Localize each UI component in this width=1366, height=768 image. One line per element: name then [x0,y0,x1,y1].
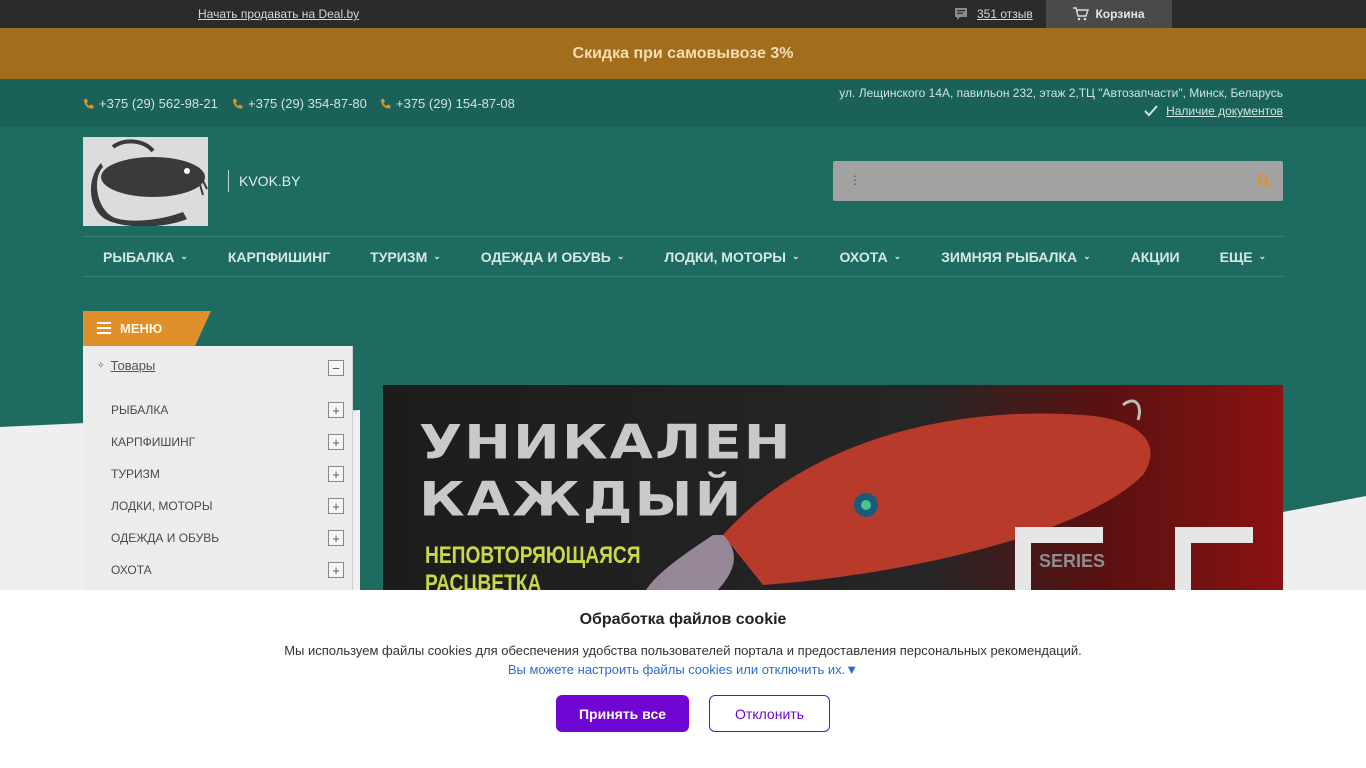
cookie-text: Мы используем файлы cookies для обеспече… [284,643,1082,658]
cookie-title: Обработка файлов cookie [579,611,787,628]
reviews-link[interactable]: 351 отзыв [953,6,1033,22]
catfish-logo-icon [83,137,208,226]
chevron-down-icon: ⌄ [1258,251,1267,261]
nav-item-label: ОДЕЖДА И ОБУВЬ [480,248,611,265]
documents-link[interactable]: Наличие документов [1144,104,1283,118]
cookie-consent-banner: Обработка файлов cookie Мы используем фа… [0,590,1366,768]
documents-label: Наличие документов [1166,104,1283,118]
site-name[interactable]: KVOK.BY [228,170,300,192]
phone-icon [84,98,94,109]
expand-toggle[interactable]: + [328,498,344,514]
phone-1-number: +375 (29) 562-98-21 [99,96,218,111]
nav-item-fishing[interactable]: РЫБАЛКА ⌄ [83,249,208,265]
accept-all-button[interactable]: Принять все [556,695,689,732]
chevron-down-icon: ⌄ [180,251,188,261]
menu-item-tourism[interactable]: ТУРИЗМ [111,467,160,481]
menu-root-products[interactable]: ✧ Товары [97,358,155,373]
nav-item-label: ЛОДКИ, МОТОРЫ [664,248,786,265]
menu-title: МЕНЮ [120,321,163,336]
phone-3[interactable]: +375 (29) 154-87-08 [380,96,515,111]
comment-icon [955,8,967,20]
diamond-icon: ✧ [97,360,105,370]
reviews-count: 351 отзыв [977,7,1033,21]
expand-toggle[interactable]: + [328,466,344,482]
start-selling-link[interactable]: Начать продавать на Deal.by [198,7,359,21]
decline-button[interactable]: Отклонить [709,695,830,732]
top-bar: Начать продавать на Deal.by 351 отзыв Ко… [0,0,1366,28]
search-options-icon[interactable]: ⋮ [849,173,861,187]
menu-item-clothing[interactable]: ОДЕЖДА И ОБУВЬ [111,531,219,545]
checkmark-icon [1144,105,1158,117]
nav-item-more[interactable]: ЕЩЕ ⌄ [1200,249,1287,265]
cart-label: Корзина [1095,7,1145,21]
phone-3-number: +375 (29) 154-87-08 [396,96,515,111]
cart-button[interactable]: Корзина [1046,0,1172,28]
nav-item-winter-fishing[interactable]: ЗИМНЯЯ РЫБАЛКА ⌄ [921,249,1111,265]
promo-text: Скидка при самовывозе 3% [572,44,794,62]
expand-toggle[interactable]: + [328,434,344,450]
chevron-down-icon: ⌄ [433,251,441,261]
promo-banner: Скидка при самовывозе 3% [0,28,1366,79]
menu-tab[interactable]: МЕНЮ [83,311,211,346]
nav-item-label: ТУРИЗМ [370,248,428,265]
nav-item-hunting[interactable]: ОХОТА ⌄ [820,249,922,265]
expand-toggle[interactable]: + [328,530,344,546]
nav-item-label: КАРПФИШИНГ [227,248,331,265]
search-input[interactable] [863,167,1243,195]
banner-series-label: SERIES [1039,551,1106,571]
chevron-down-icon: ⌄ [893,251,902,261]
search-icon[interactable] [1255,172,1273,190]
nav-item-tourism[interactable]: ТУРИЗМ ⌄ [350,249,461,265]
banner-subtitle-1: НЕПОВТОРЯЮЩАЯСЯ [425,542,641,569]
banner-headline-1: УНИКАЛЕН [419,415,793,471]
cookie-configure-link[interactable]: Вы можете настроить файлы cookies или от… [0,662,1366,677]
phone-1[interactable]: +375 (29) 562-98-21 [83,96,218,111]
promo-slider-banner[interactable]: УНИКАЛЕН КАЖДЫЙ НЕПОВТОРЯЮЩАЯСЯ РАСЦВЕТК… [383,385,1283,595]
nav-item-boats[interactable]: ЛОДКИ, МОТОРЫ ⌄ [644,249,819,265]
banner-headline-2: КАЖДЫЙ [419,472,744,528]
menu-item-hunting[interactable]: ОХОТА [111,563,152,577]
cart-icon [1073,7,1090,21]
phone-icon [381,98,391,109]
chevron-down-icon: ⌄ [792,251,800,261]
nav-item-carpfishing[interactable]: КАРПФИШИНГ [208,249,350,265]
main-nav: РЫБАЛКА ⌄ КАРПФИШИНГ ТУРИЗМ ⌄ ОДЕЖДА И ОБУ… [83,236,1283,277]
chevron-down-icon: ⌄ [1083,251,1091,261]
nav-item-label: АКЦИИ [1130,248,1180,265]
expand-toggle[interactable]: + [328,402,344,418]
expand-toggle[interactable]: + [328,562,344,578]
menu-item-carpfishing[interactable]: КАРПФИШИНГ [111,435,195,449]
search-box[interactable]: ⋮ [833,161,1283,201]
nav-item-label: РЫБАЛКА [103,248,175,265]
hamburger-icon [97,322,111,334]
phone-icon [233,98,243,109]
chevron-down-icon: ⌄ [616,251,625,261]
nav-item-label: ЕЩЕ [1219,248,1253,265]
nav-item-label: ОХОТА [839,248,888,265]
category-menu: ✧ Товары − РЫБАЛКА + КАРПФИШИНГ + ТУРИЗМ… [83,346,353,606]
store-address: ул. Лещинского 14А, павильон 232, этаж 2… [839,86,1283,100]
menu-item-fishing[interactable]: РЫБАЛКА [111,403,168,417]
nav-item-clothing[interactable]: ОДЕЖДА И ОБУВЬ ⌄ [461,249,645,265]
nav-item-sales[interactable]: АКЦИИ [1111,249,1200,265]
phone-2[interactable]: +375 (29) 354-87-80 [232,96,367,111]
phone-2-number: +375 (29) 354-87-80 [248,96,367,111]
collapse-toggle[interactable]: − [328,360,344,376]
nav-item-label: ЗИМНЯЯ РЫБАЛКА [941,248,1078,265]
menu-item-boats[interactable]: ЛОДКИ, МОТОРЫ [111,499,212,513]
site-logo[interactable] [83,137,208,226]
menu-root-label: Товары [110,358,156,373]
